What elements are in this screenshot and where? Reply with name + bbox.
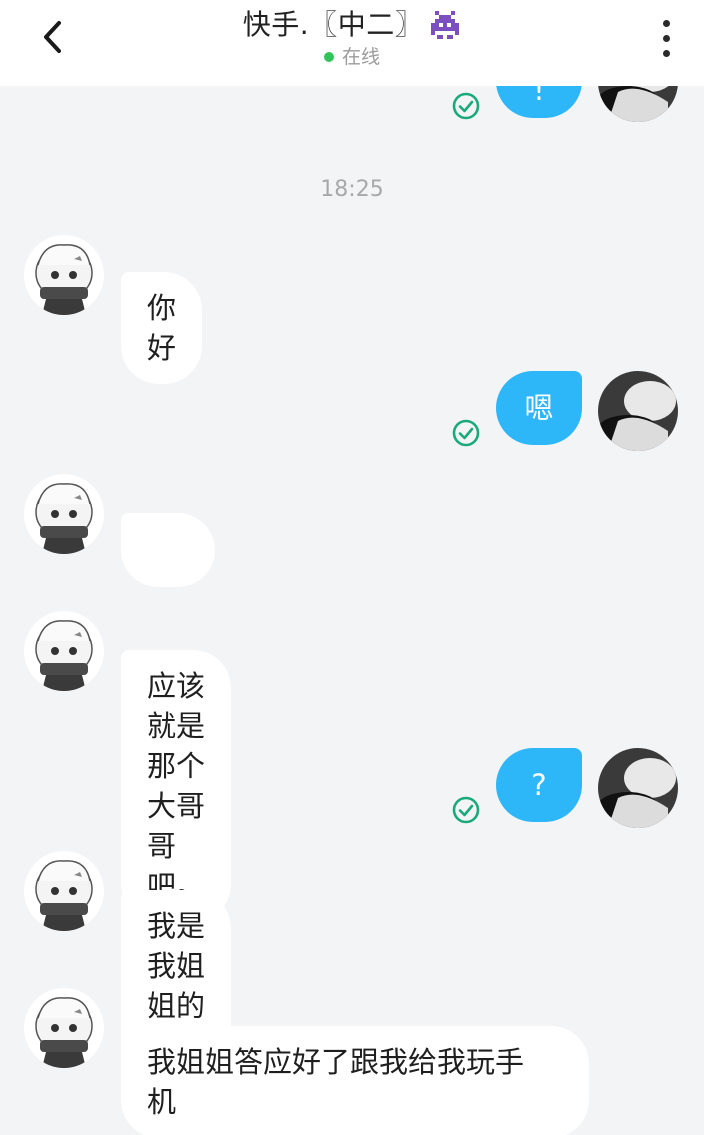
- contact-avatar[interactable]: [24, 851, 104, 931]
- contact-avatar[interactable]: [24, 235, 104, 315]
- contact-avatar[interactable]: [24, 988, 104, 1068]
- alien-monster-icon: [429, 11, 461, 39]
- more-dots-icon: [663, 20, 670, 27]
- message-bubble[interactable]: [121, 513, 215, 730]
- message-bubble[interactable]: 我姐姐答应好了跟我给我玩手 机: [121, 1026, 589, 1135]
- timestamp: 18:25: [320, 177, 384, 202]
- more-dots-icon: [663, 50, 670, 57]
- my-avatar[interactable]: [598, 748, 678, 828]
- chat-title-area: 快手.〖中二〗 在线: [0, 6, 704, 68]
- my-avatar[interactable]: [598, 371, 678, 451]
- contact-name: 快手.〖中二〗: [242, 8, 424, 41]
- online-dot-icon: [323, 52, 334, 62]
- read-check-icon: [451, 795, 481, 825]
- contact-avatar[interactable]: [24, 474, 104, 554]
- chat-screen: 快手.〖中二〗 在线 ! 18:25 你好 嗯 应该就是那个大哥哥吧。 ? 我是…: [0, 0, 704, 1135]
- smirk-emoji-icon: [149, 617, 183, 730]
- contact-avatar[interactable]: [24, 611, 104, 691]
- read-check-icon: [451, 91, 481, 121]
- more-dots-icon: [663, 35, 670, 42]
- message-bubble[interactable]: 嗯: [496, 371, 582, 445]
- message-bubble[interactable]: 你好: [121, 272, 203, 384]
- message-bubble[interactable]: ?: [496, 748, 582, 822]
- more-options-button[interactable]: [650, 14, 684, 64]
- online-status: 在线: [323, 46, 380, 68]
- message-bubble[interactable]: 应该就是那个大哥哥吧。: [121, 650, 231, 922]
- status-text: 在线: [341, 46, 380, 68]
- read-check-icon: [451, 418, 481, 448]
- chat-header: 快手.〖中二〗 在线: [0, 0, 704, 86]
